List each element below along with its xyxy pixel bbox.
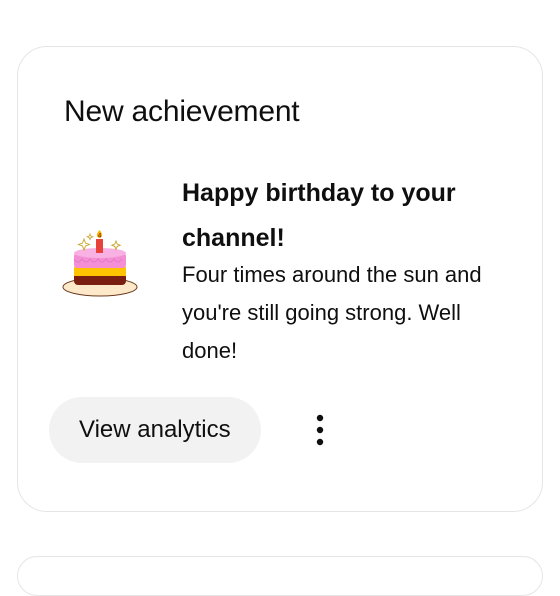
achievement-card: New achievement 4 Happy birthday to your…	[17, 46, 543, 512]
achievement-description: Four times around the sun and you're sti…	[182, 262, 482, 363]
more-vert-icon	[316, 414, 324, 446]
next-card	[17, 556, 543, 596]
more-options-button[interactable]	[300, 409, 340, 451]
achievement-headline: Happy birthday to your channel!	[182, 179, 456, 252]
birthday-cake-icon: 4	[62, 230, 138, 297]
card-title: New achievement	[64, 95, 300, 128]
view-analytics-button[interactable]: View analytics	[49, 397, 261, 463]
